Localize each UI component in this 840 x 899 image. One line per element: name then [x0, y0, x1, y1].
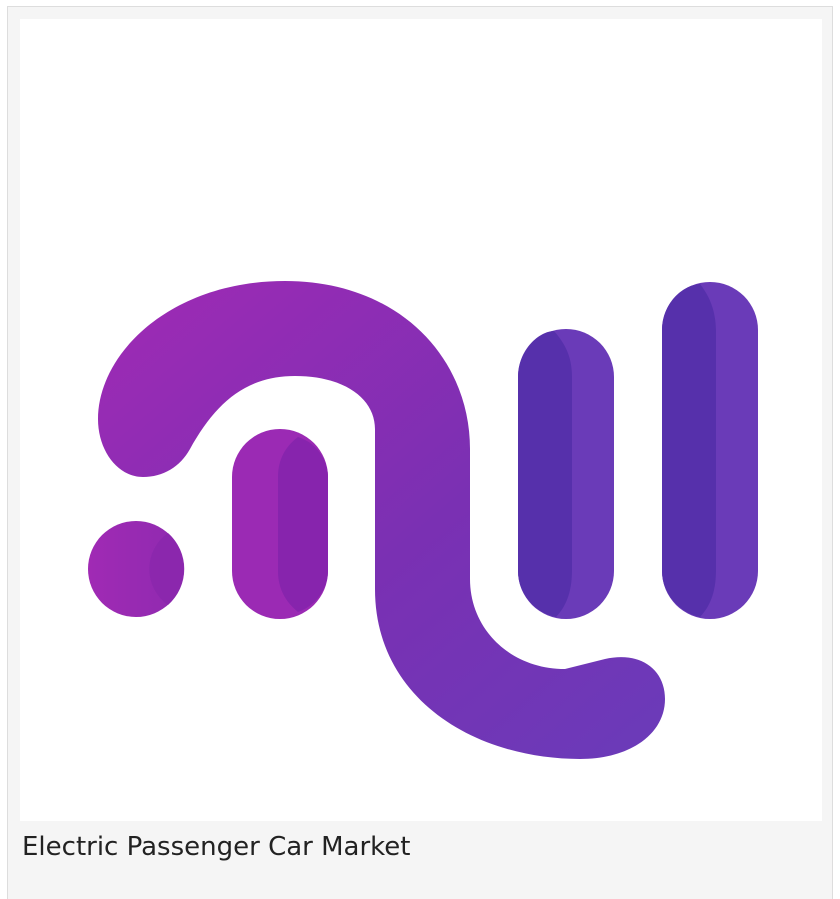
product-card[interactable]: Electric Passenger Car Market [7, 6, 833, 899]
card-caption[interactable]: Electric Passenger Car Market [22, 827, 411, 867]
card-image[interactable] [20, 19, 822, 821]
brand-logo-icon [88, 281, 758, 759]
